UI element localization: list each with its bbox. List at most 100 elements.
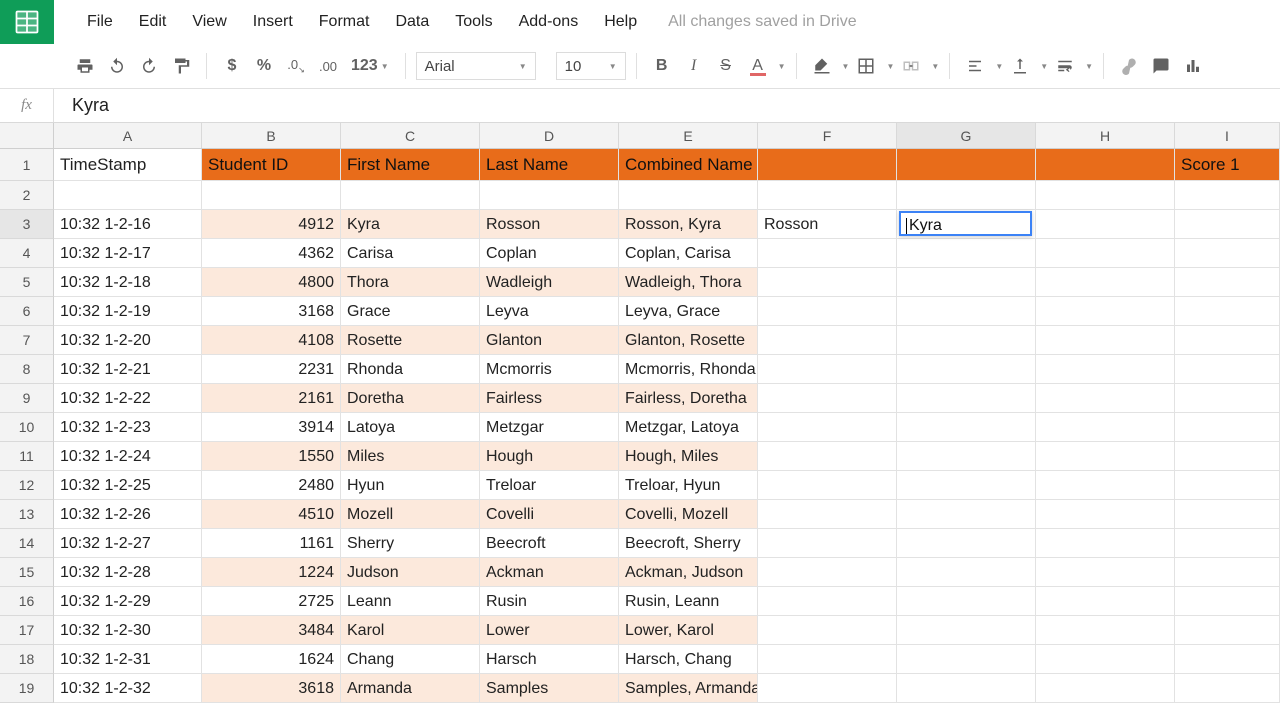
cell[interactable]: Rosette xyxy=(341,326,480,355)
row-header-13[interactable]: 13 xyxy=(0,500,54,529)
cell[interactable]: Coplan, Carisa xyxy=(619,239,758,268)
row-header-17[interactable]: 17 xyxy=(0,616,54,645)
cell[interactable] xyxy=(758,616,897,645)
cell[interactable] xyxy=(1036,297,1175,326)
cell[interactable]: Lower xyxy=(480,616,619,645)
cell[interactable]: 2161 xyxy=(202,384,341,413)
cell[interactable] xyxy=(897,587,1036,616)
column-header-C[interactable]: C xyxy=(341,123,480,148)
cell[interactable]: 4800 xyxy=(202,268,341,297)
menu-add-ons[interactable]: Add-ons xyxy=(506,13,592,31)
cell[interactable]: Judson xyxy=(341,558,480,587)
cell[interactable]: 4912 xyxy=(202,210,341,239)
cell[interactable] xyxy=(1175,674,1280,703)
cell[interactable]: 10:32 1-2-31 xyxy=(54,645,202,674)
header-cell[interactable] xyxy=(1036,149,1175,181)
cell[interactable]: Ackman, Judson xyxy=(619,558,758,587)
cell[interactable]: Rusin xyxy=(480,587,619,616)
cell[interactable] xyxy=(758,674,897,703)
cell[interactable]: Carisa xyxy=(341,239,480,268)
cell[interactable]: 10:32 1-2-29 xyxy=(54,587,202,616)
cell[interactable]: Kyra xyxy=(341,210,480,239)
cell[interactable]: 4510 xyxy=(202,500,341,529)
cell[interactable] xyxy=(54,181,202,210)
cell[interactable]: Mozell xyxy=(341,500,480,529)
insert-chart-icon[interactable] xyxy=(1178,51,1208,81)
cell[interactable] xyxy=(1175,268,1280,297)
horizontal-align-icon[interactable] xyxy=(960,51,990,81)
cell[interactable] xyxy=(758,529,897,558)
cell[interactable] xyxy=(897,181,1036,210)
header-cell[interactable] xyxy=(897,149,1036,181)
cell[interactable]: Karol xyxy=(341,616,480,645)
sheets-logo[interactable] xyxy=(0,0,54,44)
cell[interactable] xyxy=(897,326,1036,355)
cell[interactable]: Leyva, Grace xyxy=(619,297,758,326)
cell[interactable]: 10:32 1-2-18 xyxy=(54,268,202,297)
cell[interactable] xyxy=(1036,529,1175,558)
vertical-align-icon[interactable] xyxy=(1005,51,1035,81)
borders-icon[interactable] xyxy=(851,51,881,81)
cell[interactable] xyxy=(1036,181,1175,210)
cell[interactable]: 3484 xyxy=(202,616,341,645)
strikethrough-button[interactable]: S xyxy=(711,51,741,81)
row-header-1[interactable]: 1 xyxy=(0,149,54,181)
cell[interactable]: Glanton xyxy=(480,326,619,355)
text-color-dropdown-icon[interactable]: ▼ xyxy=(778,62,786,71)
cell[interactable]: Thora xyxy=(341,268,480,297)
cell[interactable] xyxy=(1175,645,1280,674)
cell[interactable]: Fairless xyxy=(480,384,619,413)
cell[interactable] xyxy=(1036,645,1175,674)
cell[interactable]: 10:32 1-2-23 xyxy=(54,413,202,442)
insert-link-icon[interactable] xyxy=(1114,51,1144,81)
cell[interactable] xyxy=(897,297,1036,326)
cell[interactable] xyxy=(1036,616,1175,645)
cell[interactable]: Mcmorris xyxy=(480,355,619,384)
cell[interactable] xyxy=(897,413,1036,442)
cell[interactable]: 10:32 1-2-32 xyxy=(54,674,202,703)
row-header-3[interactable]: 3 xyxy=(0,210,54,239)
menu-insert[interactable]: Insert xyxy=(240,13,306,31)
print-icon[interactable] xyxy=(70,51,100,81)
italic-button[interactable]: I xyxy=(679,51,709,81)
cell[interactable]: 10:32 1-2-16 xyxy=(54,210,202,239)
cell[interactable] xyxy=(897,471,1036,500)
cell[interactable]: Rosson xyxy=(758,210,897,239)
cell[interactable]: Hyun xyxy=(341,471,480,500)
cell[interactable] xyxy=(758,384,897,413)
cell[interactable]: 1624 xyxy=(202,645,341,674)
cell[interactable] xyxy=(897,558,1036,587)
font-family-select[interactable]: Arial▼ xyxy=(416,52,536,80)
row-header-7[interactable]: 7 xyxy=(0,326,54,355)
text-wrap-icon[interactable] xyxy=(1050,51,1080,81)
cell[interactable] xyxy=(1175,297,1280,326)
cell[interactable]: 4108 xyxy=(202,326,341,355)
cell[interactable] xyxy=(1175,500,1280,529)
cell[interactable]: Leyva xyxy=(480,297,619,326)
cell[interactable] xyxy=(1175,471,1280,500)
cell[interactable] xyxy=(758,645,897,674)
header-cell[interactable]: Student ID xyxy=(202,149,341,181)
cell[interactable] xyxy=(758,500,897,529)
column-header-F[interactable]: F xyxy=(758,123,897,148)
row-header-8[interactable]: 8 xyxy=(0,355,54,384)
cell[interactable] xyxy=(897,645,1036,674)
cell[interactable] xyxy=(897,500,1036,529)
cell[interactable] xyxy=(897,355,1036,384)
cell[interactable]: Glanton, Rosette xyxy=(619,326,758,355)
font-size-select[interactable]: 10▼ xyxy=(556,52,626,80)
cell[interactable] xyxy=(897,674,1036,703)
cell[interactable] xyxy=(1036,442,1175,471)
cell[interactable] xyxy=(1175,355,1280,384)
cell[interactable]: Treloar xyxy=(480,471,619,500)
cell[interactable] xyxy=(1175,413,1280,442)
cell[interactable] xyxy=(1175,181,1280,210)
cell[interactable] xyxy=(897,239,1036,268)
cell[interactable] xyxy=(758,413,897,442)
header-cell[interactable]: First Name xyxy=(341,149,480,181)
cell[interactable] xyxy=(1036,558,1175,587)
cell[interactable]: Coplan xyxy=(480,239,619,268)
redo-icon[interactable] xyxy=(134,51,164,81)
cell[interactable] xyxy=(758,355,897,384)
cell[interactable]: Harsch, Chang xyxy=(619,645,758,674)
